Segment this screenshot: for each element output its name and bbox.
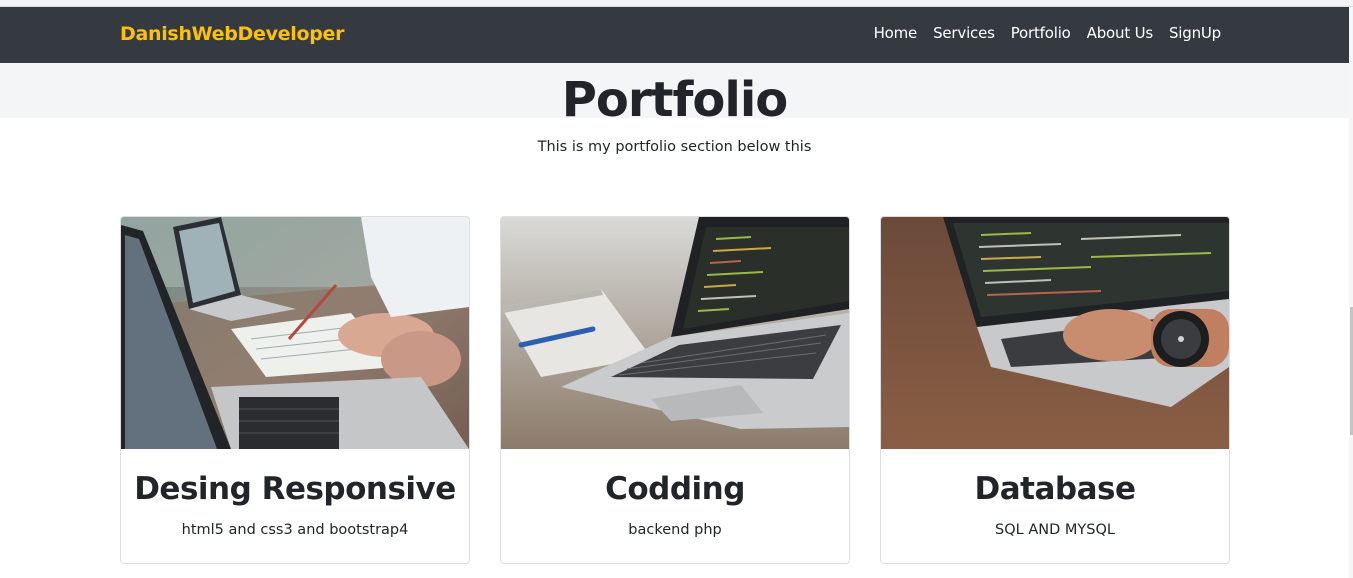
nav-link-portfolio[interactable]: Portfolio <box>1011 24 1071 42</box>
page-title: Portfolio <box>561 72 789 128</box>
page-subtitle: This is my portfolio section below this <box>537 139 812 155</box>
card-text: backend php <box>628 522 722 538</box>
browser-top-strip <box>0 0 1353 7</box>
nav-link-services[interactable]: Services <box>933 24 995 42</box>
card-text: SQL AND MYSQL <box>995 522 1115 538</box>
card-title: Database <box>974 471 1136 507</box>
nav-link-home[interactable]: Home <box>874 24 918 42</box>
nav-link-signup[interactable]: SignUp <box>1169 24 1221 42</box>
page-scrollbar[interactable] <box>1349 7 1353 578</box>
laptop-meeting-photo <box>121 217 469 449</box>
portfolio-card-design: Desing Responsive html5 and css3 and boo… <box>120 216 470 564</box>
portfolio-card-database: Database SQL AND MYSQL <box>880 216 1230 564</box>
laptop-typing-photo <box>881 217 1229 449</box>
navbar: DanishWebDeveloper Home Services Portfol… <box>0 7 1349 63</box>
brand-link[interactable]: DanishWebDeveloper <box>120 23 344 45</box>
card-title: Desing Responsive <box>134 471 456 507</box>
nav-links: Home Services Portfolio About Us SignUp <box>858 24 1222 42</box>
card-text: html5 and css3 and bootstrap4 <box>181 522 409 538</box>
portfolio-card-coding: Codding backend php <box>500 216 850 564</box>
nav-link-about-us[interactable]: About Us <box>1087 24 1154 42</box>
card-title: Codding <box>605 471 745 507</box>
laptop-notebook-photo <box>501 217 849 449</box>
